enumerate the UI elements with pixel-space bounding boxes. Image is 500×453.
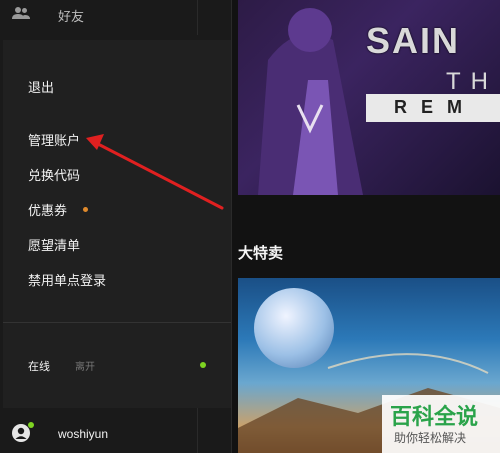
watermark-brand: 百科全说 xyxy=(390,404,479,429)
menu-divider xyxy=(3,322,231,323)
online-status-dot xyxy=(200,362,206,368)
hero-title-bar: REM xyxy=(366,94,500,122)
logout-menu-item[interactable]: 退出 xyxy=(28,77,54,96)
username: woshiyun xyxy=(58,427,109,441)
hero-subtitle: TH xyxy=(446,68,498,95)
watermark-logo: 百科全说 助你轻松解决 xyxy=(382,395,500,453)
redeem-code-menu-item[interactable]: 兑换代码 xyxy=(28,165,80,184)
account-menu: 退出 管理账户 兑换代码 优惠券 愿望清单 禁用单点登录 在线 离开 xyxy=(3,40,231,408)
status-away-option[interactable]: 离开 xyxy=(75,358,95,373)
status-online-option[interactable]: 在线 xyxy=(28,358,50,374)
disable-sso-menu-item[interactable]: 禁用单点登录 xyxy=(28,270,106,289)
watermark-slogan: 助你轻松解决 xyxy=(394,431,467,445)
hero-bar-text: REM xyxy=(394,97,476,117)
sidebar: 好友 退出 管理账户 兑换代码 优惠券 愿望清单 禁用单点登录 在线 离开 wo… xyxy=(0,0,231,453)
divider xyxy=(197,408,198,453)
manage-account-menu-item[interactable]: 管理账户 xyxy=(28,130,80,149)
friends-label: 好友 xyxy=(58,9,85,24)
hero-character-art xyxy=(258,8,363,195)
store-main: SAIN TH REM 大特卖 xyxy=(232,0,500,453)
divider xyxy=(197,0,198,35)
avatar-icon xyxy=(12,424,30,442)
coupon-notification-dot xyxy=(83,207,88,212)
hero-title: SAIN xyxy=(366,20,461,61)
coupons-menu-item[interactable]: 优惠券 xyxy=(28,200,67,219)
wishlist-menu-item[interactable]: 愿望清单 xyxy=(28,235,80,254)
avatar-online-dot xyxy=(28,422,34,428)
hero-banner[interactable]: SAIN TH REM xyxy=(238,0,500,195)
friends-icon xyxy=(12,7,30,19)
section-title: 大特卖 xyxy=(238,245,284,262)
